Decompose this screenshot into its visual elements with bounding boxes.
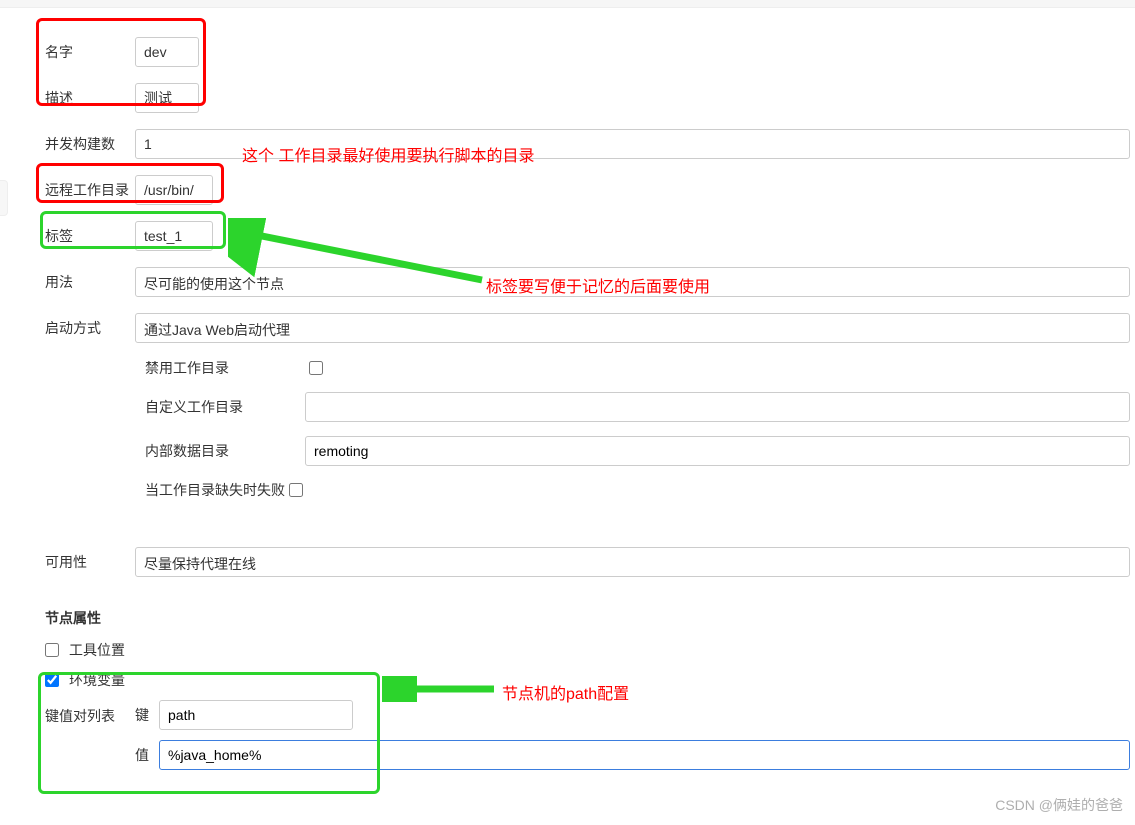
kv-list-section: 键值对列表 键 值	[45, 700, 1135, 780]
checkbox-env-vars[interactable]	[45, 673, 59, 687]
row-description: 描述	[45, 82, 1135, 114]
row-launch-method: 启动方式 通过Java Web启动代理	[45, 312, 1135, 344]
label-fail-when-missing: 当工作目录缺失时失败	[145, 480, 285, 500]
label-env-vars: 环境变量	[69, 670, 125, 690]
row-disable-workdir: 禁用工作目录	[145, 358, 1135, 378]
label-launch-method: 启动方式	[45, 312, 135, 344]
input-value[interactable]	[159, 740, 1130, 770]
input-description[interactable]	[135, 83, 199, 113]
row-fail-when-missing: 当工作目录缺失时失败	[145, 480, 1135, 500]
label-availability: 可用性	[45, 546, 135, 578]
row-executors: 并发构建数	[45, 128, 1135, 160]
checkbox-tool-location[interactable]	[45, 643, 59, 657]
label-key: 键	[135, 705, 159, 725]
row-usage: 用法 尽可能的使用这个节点	[45, 266, 1135, 298]
input-custom-workdir[interactable]	[305, 392, 1130, 422]
input-internal-data-dir[interactable]	[305, 436, 1130, 466]
label-remote-dir: 远程工作目录	[45, 174, 135, 206]
row-labels: 标签	[45, 220, 1135, 252]
label-executors: 并发构建数	[45, 128, 135, 160]
select-usage[interactable]: 尽可能的使用这个节点	[135, 267, 1130, 297]
input-key[interactable]	[159, 700, 353, 730]
label-usage: 用法	[45, 266, 135, 298]
label-custom-workdir: 自定义工作目录	[145, 397, 305, 417]
row-tool-location: 工具位置	[45, 640, 1135, 660]
node-config-form: 名字 描述 并发构建数 远程工作目录 标签 用法 尽可能的使用这个节点 启动方式…	[0, 16, 1135, 780]
checkbox-disable-workdir[interactable]	[309, 361, 323, 375]
select-availability[interactable]: 尽量保持代理在线	[135, 547, 1130, 577]
row-internal-data-dir: 内部数据目录	[145, 436, 1135, 466]
label-value: 值	[135, 745, 159, 765]
kv-row-key: 键	[135, 700, 1135, 730]
input-name[interactable]	[135, 37, 199, 67]
row-availability: 可用性 尽量保持代理在线	[45, 546, 1135, 578]
label-tool-location: 工具位置	[69, 640, 125, 660]
label-description: 描述	[45, 82, 135, 114]
row-env-vars: 环境变量	[45, 670, 1135, 690]
input-remote-dir[interactable]	[135, 175, 213, 205]
kv-fields: 键 值	[135, 700, 1135, 780]
watermark: CSDN @俩娃的爸爸	[995, 795, 1123, 815]
row-name: 名字	[45, 36, 1135, 68]
row-remote-dir: 远程工作目录	[45, 174, 1135, 206]
launch-sub-section: 禁用工作目录 自定义工作目录 内部数据目录 当工作目录缺失时失败	[145, 358, 1135, 500]
label-disable-workdir: 禁用工作目录	[145, 358, 305, 378]
top-bar	[0, 0, 1135, 8]
row-custom-workdir: 自定义工作目录	[145, 392, 1135, 422]
label-internal-data-dir: 内部数据目录	[145, 441, 305, 461]
label-labels: 标签	[45, 220, 135, 252]
input-labels[interactable]	[135, 221, 213, 251]
label-name: 名字	[45, 36, 135, 68]
select-launch-method[interactable]: 通过Java Web启动代理	[135, 313, 1130, 343]
input-executors[interactable]	[135, 129, 1130, 159]
label-kv-list: 键值对列表	[45, 700, 135, 780]
section-node-properties: 节点属性	[45, 608, 1135, 628]
kv-row-value: 值	[135, 740, 1135, 770]
checkbox-fail-when-missing[interactable]	[289, 483, 303, 497]
